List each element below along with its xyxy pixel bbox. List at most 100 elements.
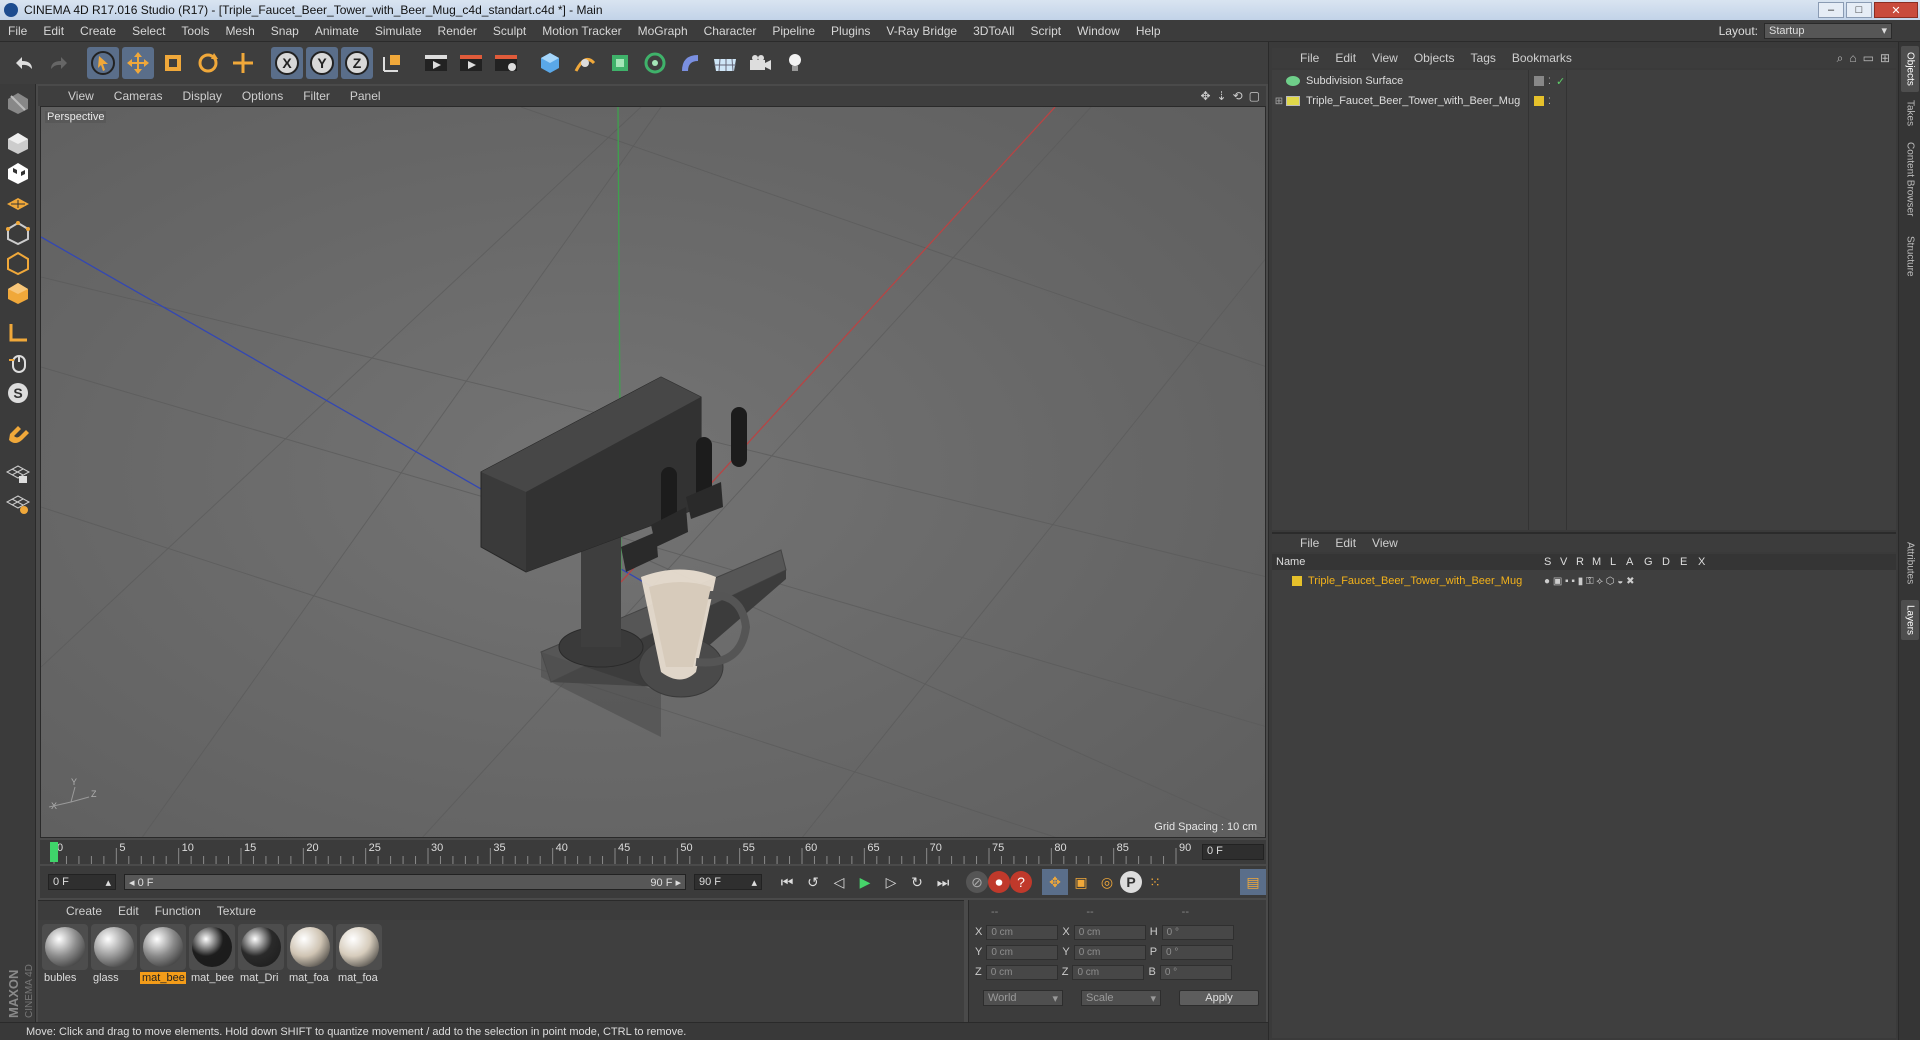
menu-snap[interactable]: Snap (263, 24, 307, 38)
model-mode-icon[interactable] (3, 128, 33, 158)
x-axis-lock-button[interactable]: X (271, 47, 303, 79)
nurbs-generator-icon[interactable] (604, 47, 636, 79)
position-z-field[interactable]: 0 cm (985, 964, 1058, 980)
position-x-field[interactable]: 0 cm (986, 924, 1059, 940)
material-swatch[interactable]: mat_bee (140, 924, 186, 984)
visibility-dots-icon[interactable]: ⁚ (1548, 96, 1551, 107)
render-picture-viewer-button[interactable] (455, 47, 487, 79)
expand-panel-icon[interactable]: ⊞ (1880, 51, 1890, 66)
viewport-menu-options[interactable]: Options (232, 89, 293, 103)
selection-tool-button[interactable] (87, 47, 119, 79)
scale-key-icon[interactable]: ▣ (1068, 869, 1094, 895)
layer-menu-file[interactable]: File (1292, 536, 1327, 550)
start-frame-field[interactable]: 0 F ▴ (48, 874, 116, 890)
next-frame-button[interactable]: ▷ (878, 869, 904, 895)
layout-select[interactable]: Startup ▾ (1764, 22, 1892, 39)
material-menu-texture[interactable]: Texture (209, 904, 264, 918)
points-mode-icon[interactable] (3, 218, 33, 248)
layer-color-icon[interactable] (1292, 576, 1302, 586)
undo-button[interactable] (8, 47, 40, 79)
rotation-p-field[interactable]: 0 ° (1161, 944, 1234, 960)
polygons-mode-icon[interactable] (3, 278, 33, 308)
material-menu-edit[interactable]: Edit (110, 904, 147, 918)
record-keys-icon[interactable]: ⊘ (966, 871, 988, 893)
scale-tool-button[interactable] (157, 47, 189, 79)
menu-pipeline[interactable]: Pipeline (764, 24, 823, 38)
pan-view-icon[interactable]: ✥ (1200, 89, 1210, 103)
light-object-icon[interactable] (779, 47, 811, 79)
material-swatch[interactable]: bubles (42, 924, 88, 984)
rotation-h-field[interactable]: 0 ° (1161, 924, 1234, 940)
autokey-record-icon[interactable]: ⏺ (988, 871, 1010, 893)
menu-mesh[interactable]: Mesh (217, 24, 262, 38)
render-view-button[interactable] (420, 47, 452, 79)
y-axis-lock-button[interactable]: Y (306, 47, 338, 79)
material-swatch[interactable]: mat_Dri (238, 924, 284, 984)
tab-structure[interactable]: Structure (1901, 230, 1919, 282)
tweak-mode-icon[interactable] (3, 348, 33, 378)
menu-vray-bridge[interactable]: V-Ray Bridge (878, 24, 965, 38)
menu-script[interactable]: Script (1022, 24, 1069, 38)
material-swatch[interactable]: mat_foa (336, 924, 382, 984)
go-to-end-button[interactable]: ⏭ (930, 869, 956, 895)
viewport-menu-view[interactable]: View (58, 89, 104, 103)
magnet-icon[interactable] (3, 418, 33, 448)
workplane-mode-icon[interactable] (3, 188, 33, 218)
spline-pen-icon[interactable] (569, 47, 601, 79)
rotation-key-icon[interactable]: ◎ (1094, 869, 1120, 895)
enabled-check-icon[interactable]: ✓ (1556, 75, 1565, 88)
material-menu-create[interactable]: Create (58, 904, 110, 918)
layer-menu-view[interactable]: View (1364, 536, 1406, 550)
snapping-icon[interactable]: S (3, 378, 33, 408)
menu-character[interactable]: Character (696, 24, 765, 38)
move-tool-button[interactable] (122, 47, 154, 79)
viewport-menu-cameras[interactable]: Cameras (104, 89, 173, 103)
play-forward-button[interactable]: ▶ (852, 869, 878, 895)
timeline-ruler[interactable]: 0 5 10 15 20 25 30 35 40 45 50 55 60 65 70 75 80 85 90 0 F (40, 840, 1266, 864)
close-button[interactable]: ✕ (1874, 2, 1918, 18)
deformer-icon[interactable] (674, 47, 706, 79)
object-row[interactable]: ⊞ Triple_Faucet_Beer_Tower_with_Beer_Mug… (1272, 92, 1896, 110)
object-menu-tags[interactable]: Tags (1463, 51, 1504, 65)
menu-mograph[interactable]: MoGraph (630, 24, 696, 38)
zoom-view-icon[interactable]: ⇣ (1217, 89, 1227, 103)
parameter-key-icon[interactable]: P (1120, 871, 1142, 893)
object-row[interactable]: Subdivision Surface ⁚ ✓ (1272, 72, 1896, 90)
menu-3dtoall[interactable]: 3DToAll (965, 24, 1022, 38)
coordinate-space-dropdown[interactable]: World ▾ (983, 990, 1063, 1006)
transform-tool-button[interactable] (227, 47, 259, 79)
viewport-menu-display[interactable]: Display (172, 89, 231, 103)
floor-environment-icon[interactable] (709, 47, 741, 79)
perspective-viewport[interactable]: X Y Z Perspective Grid Spacing : 10 cm (40, 106, 1266, 838)
next-key-button[interactable]: ↻ (904, 869, 930, 895)
keyframe-selection-icon[interactable]: ? (1010, 871, 1032, 893)
minimize-button[interactable]: – (1818, 2, 1844, 18)
menu-render[interactable]: Render (430, 24, 485, 38)
viewport-menu-filter[interactable]: Filter (293, 89, 340, 103)
material-menu-function[interactable]: Function (147, 904, 209, 918)
expand-toggle-icon[interactable]: ⊞ (1272, 96, 1286, 107)
previous-key-button[interactable]: ↺ (800, 869, 826, 895)
size-mode-dropdown[interactable]: Scale ▾ (1081, 990, 1161, 1006)
frame-range-slider[interactable]: ◂ 0 F 90 F ▸ (124, 874, 686, 890)
tab-attributes[interactable]: Attributes (1901, 532, 1919, 594)
menu-tools[interactable]: Tools (173, 24, 217, 38)
maximize-view-icon[interactable]: ▢ (1249, 89, 1260, 103)
tab-takes[interactable]: Takes (1901, 98, 1919, 128)
object-menu-edit[interactable]: Edit (1327, 51, 1364, 65)
menu-select[interactable]: Select (124, 24, 173, 38)
position-y-field[interactable]: 0 cm (986, 944, 1059, 960)
end-frame-field[interactable]: 90 F ▴ (694, 874, 762, 890)
grid-lock-icon[interactable] (3, 458, 33, 488)
redo-button[interactable] (43, 47, 75, 79)
cube-primitive-icon[interactable] (534, 47, 566, 79)
visibility-dots-icon[interactable]: ⁚ (1548, 76, 1551, 87)
tab-content-browser[interactable]: Content Browser (1901, 134, 1919, 224)
z-axis-lock-button[interactable]: Z (341, 47, 373, 79)
menu-animate[interactable]: Animate (307, 24, 367, 38)
material-swatch[interactable]: glass (91, 924, 137, 984)
rotate-view-icon[interactable]: ⟲ (1233, 89, 1243, 103)
menu-file[interactable]: File (0, 24, 35, 38)
viewport-menu-panel[interactable]: Panel (340, 89, 391, 103)
menu-motion-tracker[interactable]: Motion Tracker (534, 24, 629, 38)
